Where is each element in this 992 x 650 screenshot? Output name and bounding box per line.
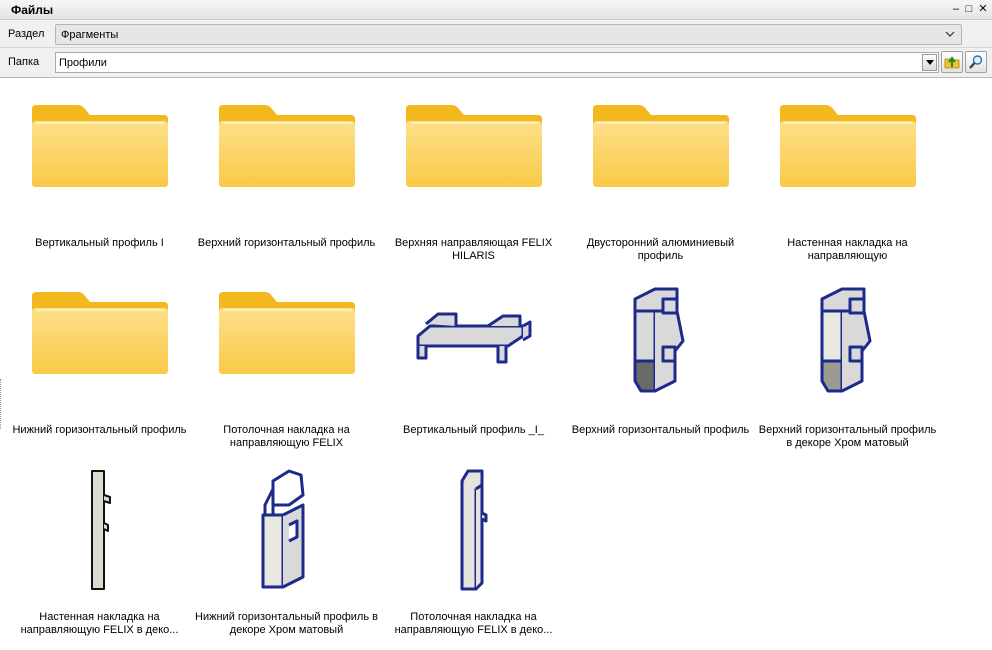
- folder-icon: [780, 105, 916, 187]
- folder-item[interactable]: Верхняя направляющая FELIX HILARIS: [380, 89, 567, 276]
- folder-icon: [219, 292, 355, 374]
- profile-model-icon: [820, 287, 872, 393]
- item-caption: Вертикальный профиль I: [35, 237, 164, 249]
- item-caption: Потолочная накладка на направляющую FELI…: [394, 611, 553, 636]
- item-thumbnail: [6, 89, 193, 219]
- file-grid: Вертикальный профиль I Верхний горизонта…: [0, 79, 992, 636]
- item-thumbnail: [6, 463, 193, 593]
- item-thumbnail: [567, 89, 754, 219]
- item-caption: Потолочная накладка на направляющую FELI…: [223, 424, 350, 449]
- search-button[interactable]: [965, 51, 987, 73]
- model-item[interactable]: Потолочная накладка на направляющую FELI…: [380, 463, 567, 650]
- folder-select[interactable]: Профили: [55, 52, 939, 73]
- item-caption: Верхний горизонтальный профиль: [197, 237, 376, 249]
- minimize-button[interactable]: –: [949, 2, 963, 16]
- folder-icon: [406, 105, 542, 187]
- item-caption: Верхняя направляющая FELIX HILARIS: [394, 237, 553, 262]
- item-caption: Нижний горизонтальный профиль: [12, 424, 187, 436]
- item-thumbnail: [6, 276, 193, 406]
- profile-model-icon: [416, 312, 532, 364]
- model-item[interactable]: Вертикальный профиль _I_: [380, 276, 567, 463]
- folder-icon: [593, 105, 729, 187]
- window-title: Файлы: [11, 3, 54, 17]
- item-caption: Настенная накладка на направляющую FELIX…: [20, 611, 179, 636]
- profile-model-icon: [261, 469, 305, 589]
- chevron-down-icon: [943, 26, 957, 43]
- item-caption: Двусторонний алюминиевый профиль: [586, 237, 735, 262]
- model-item[interactable]: Верхний горизонтальный профиль: [567, 276, 754, 463]
- model-item[interactable]: Верхний горизонтальный профиль в декоре …: [754, 276, 941, 463]
- item-thumbnail: [193, 276, 380, 406]
- folder-item[interactable]: Вертикальный профиль I: [6, 89, 193, 276]
- folder-up-icon: [944, 56, 960, 69]
- item-caption: Верхний горизонтальный профиль в декоре …: [758, 424, 937, 449]
- item-thumbnail: [380, 463, 567, 593]
- item-caption: Вертикальный профиль _I_: [403, 424, 544, 436]
- model-item[interactable]: Настенная накладка на направляющую FELIX…: [6, 463, 193, 650]
- folder-icon: [219, 105, 355, 187]
- item-thumbnail: [567, 276, 754, 406]
- restore-button[interactable]: □: [962, 2, 976, 16]
- folder-item[interactable]: Верхний горизонтальный профиль: [193, 89, 380, 276]
- item-thumbnail: [754, 276, 941, 406]
- section-value: Фрагменты: [61, 29, 119, 41]
- profile-model-icon: [91, 470, 111, 590]
- triangle-down-icon: [926, 60, 934, 65]
- folder-item[interactable]: Нижний горизонтальный профиль: [6, 276, 193, 463]
- folder-item[interactable]: Настенная накладка на направляющую: [754, 89, 941, 276]
- splitter-handle[interactable]: [0, 379, 2, 429]
- item-thumbnail: [380, 276, 567, 406]
- model-item[interactable]: Нижний горизонтальный профиль в декоре Х…: [193, 463, 380, 650]
- folder-value: Профили: [59, 57, 107, 69]
- profile-model-icon: [460, 469, 488, 591]
- folder-icon: [32, 105, 168, 187]
- section-select[interactable]: Фрагменты: [55, 24, 962, 45]
- search-icon: [969, 55, 983, 69]
- section-row: Раздел Фрагменты: [0, 20, 992, 57]
- item-caption: Настенная накладка на направляющую: [787, 237, 908, 262]
- folder-row: Папка Профили: [0, 48, 992, 78]
- folder-up-button[interactable]: [941, 51, 963, 73]
- item-thumbnail: [380, 89, 567, 219]
- item-thumbnail: [193, 89, 380, 219]
- close-button[interactable]: ✕: [976, 2, 990, 16]
- item-caption: Верхний горизонтальный профиль: [571, 424, 750, 436]
- folder-icon: [32, 292, 168, 374]
- folder-item[interactable]: Потолочная накладка на направляющую FELI…: [193, 276, 380, 463]
- folder-item[interactable]: Двусторонний алюминиевый профиль: [567, 89, 754, 276]
- folder-label: Папка: [8, 56, 40, 68]
- profile-model-icon: [633, 287, 685, 393]
- item-thumbnail: [754, 89, 941, 219]
- item-caption: Нижний горизонтальный профиль в декоре Х…: [195, 611, 378, 636]
- folder-dropdown-button[interactable]: [922, 54, 937, 71]
- window-titlebar: Файлы – □ ✕: [0, 0, 992, 20]
- section-label: Раздел: [8, 28, 45, 40]
- item-thumbnail: [193, 463, 380, 593]
